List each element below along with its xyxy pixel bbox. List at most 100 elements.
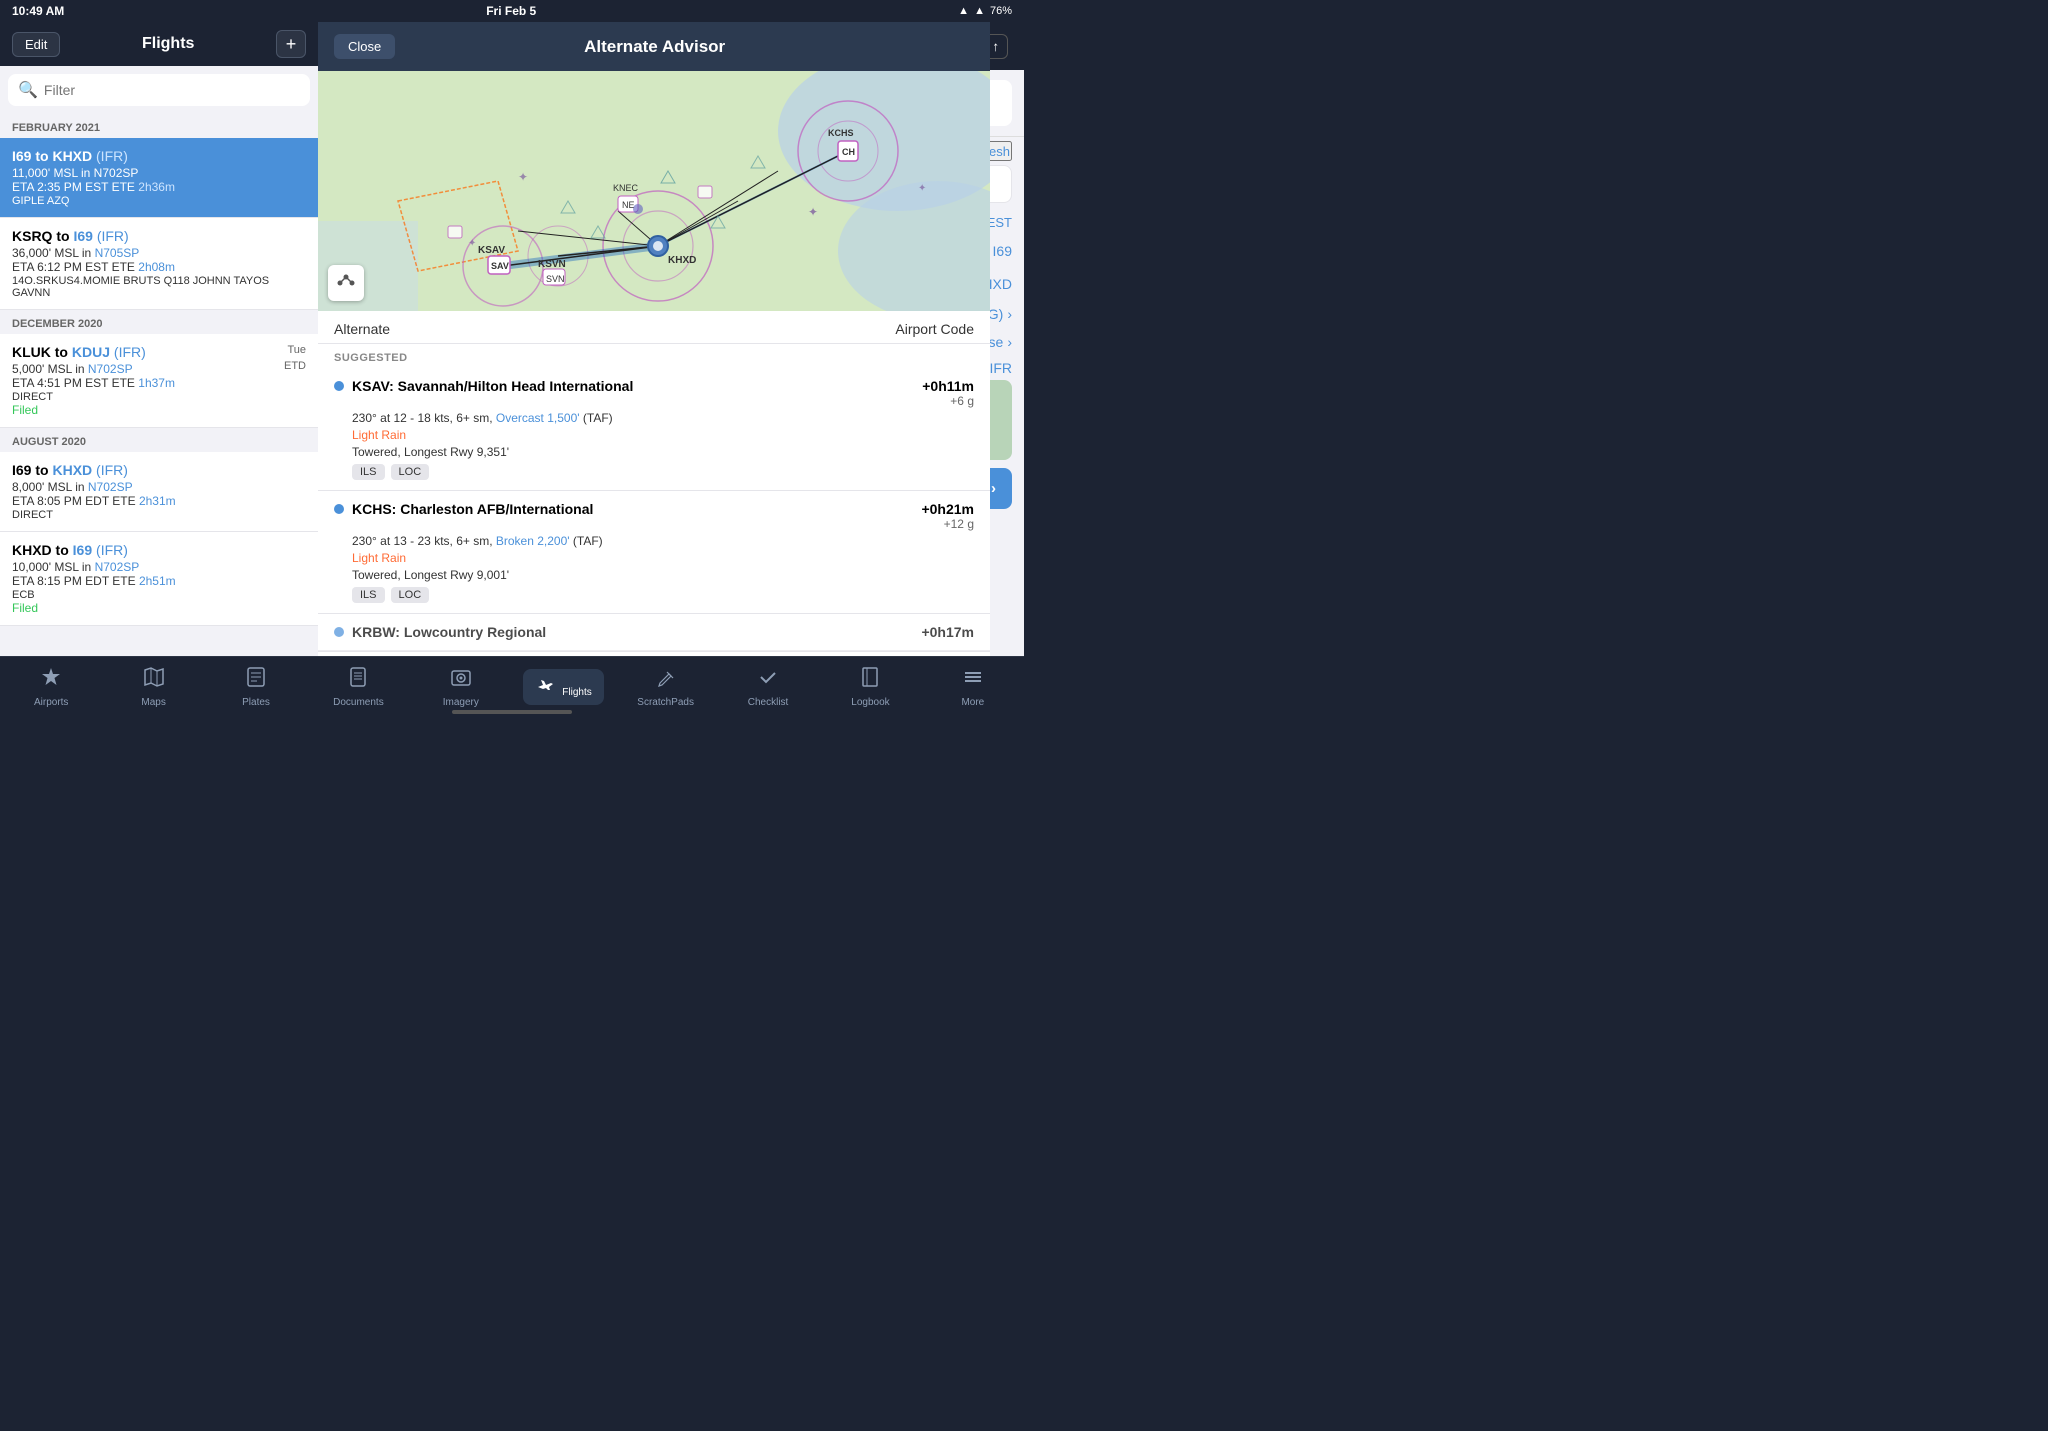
modal-column-headers: Alternate Airport Code [318, 311, 990, 344]
svg-text:KSAV: KSAV [478, 245, 505, 256]
svg-text:KHXD: KHXD [668, 255, 696, 266]
alternate-col-header: Alternate [334, 321, 390, 337]
flight-waypoints: ECB [12, 589, 306, 601]
flight-detail: 10,000' MSL in N702SP [12, 560, 306, 574]
flight-route: I69 to KHXD (IFR) [12, 462, 306, 478]
flights-list: FEBRUARY 2021 I69 to KHXD (IFR) 11,000' … [0, 114, 318, 656]
search-input[interactable] [44, 82, 300, 98]
alternate-krbw-row1: KRBW: Lowcountry Regional +0h17m [334, 624, 974, 640]
tab-imagery[interactable]: Imagery [410, 660, 512, 714]
maps-icon [143, 666, 165, 694]
alternate-ksav[interactable]: KSAV: Savannah/Hilton Head International… [318, 368, 990, 491]
home-indicator [452, 710, 572, 714]
flight-item[interactable]: KLUK to KDUJ (IFR) Tue 5,000' MSL in N70… [0, 334, 318, 428]
alternate-ksav-info: Towered, Longest Rwy 9,351' [334, 445, 974, 459]
close-button[interactable]: Close [334, 34, 395, 59]
flight-waypoints: DIRECT [12, 509, 306, 521]
more-label: More [961, 697, 984, 708]
flight-type: (IFR) [114, 344, 146, 360]
flights-title: Flights [142, 35, 194, 53]
svg-text:SAV: SAV [491, 261, 509, 271]
tab-scratchpads[interactable]: ScratchPads [614, 660, 716, 714]
tab-documents[interactable]: Documents [307, 660, 409, 714]
checklist-icon [757, 666, 779, 694]
airport-code-col-header: Airport Code [895, 321, 974, 337]
alternate-kchs-tags: ILS LOC [334, 587, 974, 603]
ils-tag: ILS [352, 587, 385, 603]
checklist-label: Checklist [748, 697, 789, 708]
modal-body: Alternate Airport Code SUGGESTED KSAV: S… [318, 311, 990, 656]
logbook-icon [859, 666, 881, 694]
svg-text:✦: ✦ [518, 170, 528, 184]
maps-label: Maps [141, 697, 165, 708]
alternate-krbw[interactable]: KRBW: Lowcountry Regional +0h17m [318, 614, 990, 651]
flight-eta: ETA 2:35 PM EST ETE 2h36m [12, 180, 306, 194]
flight-eta: ETA 6:12 PM EST ETE 2h08m [12, 260, 306, 274]
flight-etd: ETD [284, 360, 306, 376]
airports-icon [40, 666, 62, 694]
flight-item[interactable]: KHXD to I69 (IFR) 10,000' MSL in N702SP … [0, 532, 318, 626]
alternate-ksav-condition: Light Rain [334, 428, 974, 442]
search-icon: 🔍 [18, 80, 38, 100]
tab-more[interactable]: More [922, 660, 1024, 714]
alternate-ksav-weather: 230° at 12 - 18 kts, 6+ sm, Overcast 1,5… [334, 411, 974, 425]
svg-text:✦: ✦ [468, 238, 476, 249]
alternate-kchs-condition: Light Rain [334, 551, 974, 565]
origin-code[interactable]: I69 [993, 243, 1012, 259]
tab-flights[interactable]: Flights [512, 663, 614, 711]
imagery-label: Imagery [443, 697, 479, 708]
wifi-icon: ▲ [958, 5, 969, 17]
status-time: 10:49 AM [12, 4, 64, 18]
flight-detail: 11,000' MSL in N702SP [12, 166, 306, 180]
alternate-kchs[interactable]: KCHS: Charleston AFB/International +0h21… [318, 491, 990, 614]
suggested-label: SUGGESTED [318, 344, 990, 368]
flight-item[interactable]: I69 to KHXD (IFR) 11,000' MSL in N702SP … [0, 138, 318, 218]
svg-text:KCHS: KCHS [828, 128, 854, 138]
flights-header: Edit Flights + [0, 22, 318, 66]
battery-value: 76% [990, 5, 1012, 17]
filed-badge: Filed [12, 601, 306, 615]
loc-tag: LOC [391, 587, 430, 603]
alternate-ksav-row1: KSAV: Savannah/Hilton Head International… [334, 378, 974, 408]
tab-checklist[interactable]: Checklist [717, 660, 819, 714]
flight-eta: ETA 8:15 PM EDT ETE 2h51m [12, 574, 306, 588]
alternate-dot [334, 504, 344, 514]
flight-route: KLUK to KDUJ (IFR) [12, 344, 146, 360]
flight-detail: 5,000' MSL in N702SP [12, 362, 133, 376]
alternate-krbw-time: +0h17m [921, 624, 974, 640]
status-bar: 10:49 AM Fri Feb 5 ▲ ▲ 76% [0, 0, 1024, 22]
tab-plates[interactable]: Plates [205, 660, 307, 714]
flight-detail: 36,000' MSL in N705SP [12, 246, 306, 260]
alternate-kchs-name: KCHS: Charleston AFB/International [334, 501, 593, 517]
map-share-icon[interactable] [328, 265, 364, 301]
flight-eta: ETA 4:51 PM EST ETE 1h37m [12, 376, 306, 390]
edit-button[interactable]: Edit [12, 32, 60, 57]
tab-bar: Airports Maps Plates [0, 656, 1024, 716]
search-bar[interactable]: 🔍 [8, 74, 310, 106]
scratchpads-label: ScratchPads [637, 697, 694, 708]
svg-text:✦: ✦ [808, 205, 818, 219]
flights-list-panel: Edit Flights + 🔍 FEBRUARY 2021 I69 to KH… [0, 22, 318, 656]
tab-logbook[interactable]: Logbook [819, 660, 921, 714]
flights-label: Flights [562, 687, 591, 698]
add-flight-button[interactable]: + [276, 30, 306, 58]
alternate-kchs-info: Towered, Longest Rwy 9,001' [334, 568, 974, 582]
scratchpads-icon [655, 666, 677, 694]
tab-airports[interactable]: Airports [0, 660, 102, 714]
alternate-map-svg: CH KCHS NE KNEC KHXD SAV KSAV SVN KSVN [318, 71, 990, 311]
chevron-right-icon: › [1007, 334, 1012, 350]
tab-maps[interactable]: Maps [102, 660, 204, 714]
alternate-ksav-tags: ILS LOC [334, 464, 974, 480]
flight-item[interactable]: KSRQ to I69 (IFR) 36,000' MSL in N705SP … [0, 218, 318, 310]
flight-item[interactable]: I69 to KHXD (IFR) 8,000' MSL in N702SP E… [0, 452, 318, 532]
flight-type: (IFR) [97, 228, 129, 244]
alternate-dot [334, 627, 344, 637]
alternate-krbw-name: KRBW: Lowcountry Regional [334, 624, 546, 640]
imagery-icon [450, 666, 472, 694]
flight-type: (IFR) [96, 542, 128, 558]
flights-active-bg: Flights [523, 669, 604, 705]
section-august-2020: AUGUST 2020 [0, 428, 318, 452]
ils-tag: ILS [352, 464, 385, 480]
loc-tag: LOC [391, 464, 430, 480]
alternate-ksav-name: KSAV: Savannah/Hilton Head International [334, 378, 633, 394]
